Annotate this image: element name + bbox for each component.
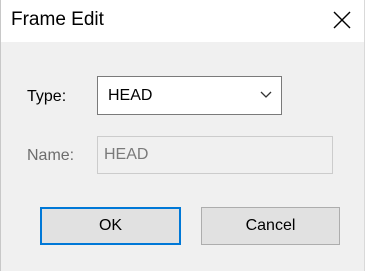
close-icon	[333, 11, 351, 29]
name-label: Name:	[27, 147, 75, 164]
background-edge	[364, 0, 368, 271]
name-field: HEAD	[97, 136, 333, 174]
dialog-title: Frame Edit	[11, 9, 104, 30]
ok-button[interactable]: OK	[40, 207, 181, 245]
type-select[interactable]: HEAD	[97, 76, 282, 115]
chevron-down-icon	[260, 91, 272, 98]
name-field-value: HEAD	[104, 146, 149, 163]
frame-edit-dialog: Frame Edit Type: HEAD Name: HEAD OK Canc…	[0, 0, 364, 271]
cancel-button[interactable]: Cancel	[201, 207, 340, 245]
type-label: Type:	[27, 88, 67, 105]
close-button[interactable]	[318, 0, 364, 42]
type-select-value: HEAD	[108, 87, 153, 104]
title-bar[interactable]: Frame Edit	[1, 0, 364, 42]
